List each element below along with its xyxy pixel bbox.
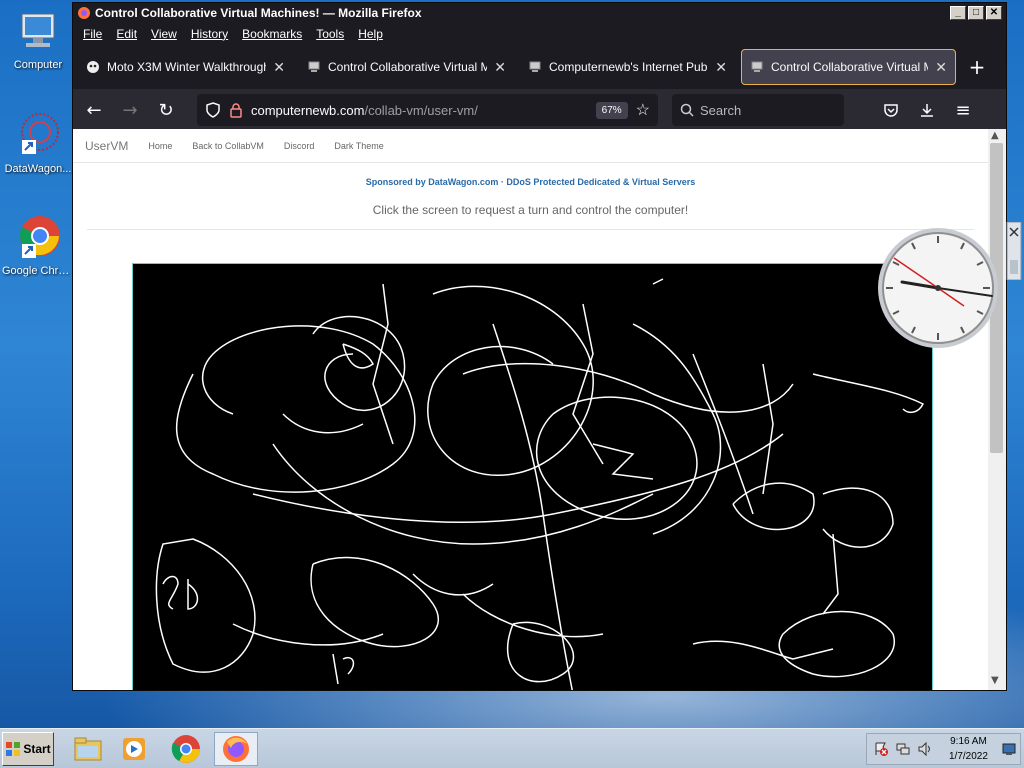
scroll-down-icon[interactable]: ▼ <box>991 675 999 686</box>
media-player-icon <box>123 738 145 760</box>
search-bar[interactable]: Search <box>672 94 844 126</box>
zoom-indicator[interactable]: 67% <box>595 101 628 119</box>
url-text[interactable]: computernewb.com/collab-vm/user-vm/ <box>251 103 588 118</box>
url-bar[interactable]: computernewb.com/collab-vm/user-vm/ 67% … <box>197 94 658 126</box>
chrome-icon <box>171 735 200 763</box>
lock-icon[interactable] <box>229 102 243 118</box>
desktop-icon-datawagon[interactable]: DataWagon... <box>2 112 74 175</box>
tab-bar: Moto X3M Winter Walkthrough,Mo ✕ Control… <box>73 45 1006 89</box>
computer-favicon-icon <box>751 61 763 72</box>
title-bar: Control Collaborative Virtual Machines! … <box>73 3 1006 23</box>
nav-back-to-collabvm[interactable]: Back to CollabVM <box>192 141 264 151</box>
menu-history[interactable]: History <box>191 27 228 41</box>
page-scrollbar[interactable]: ▲ ▼ <box>988 129 1006 690</box>
firefox-small-icon <box>78 7 90 19</box>
close-button[interactable]: ✕ <box>986 6 1002 20</box>
tray-clock[interactable]: 9:16 AM 1/7/2022 <box>949 734 988 764</box>
vm-drawing-scribbles <box>155 278 925 690</box>
tab-label: Control Collaborative Virtual Machi <box>771 60 928 74</box>
back-button[interactable]: ← <box>79 95 109 125</box>
site-brand[interactable]: UserVM <box>85 139 128 153</box>
nav-discord[interactable]: Discord <box>284 141 315 151</box>
scroll-up-icon[interactable]: ▲ <box>991 130 999 141</box>
desktop-icon-label: DataWagon... <box>4 163 72 175</box>
system-tray: 9:16 AM 1/7/2022 <box>866 733 1021 765</box>
tab-favicon-icon <box>87 61 99 73</box>
desktop-icon-label: Computer <box>13 59 63 71</box>
bookmark-star-icon[interactable]: ☆ <box>636 100 650 120</box>
app-menu-icon[interactable]: ≡ <box>948 95 978 125</box>
pocket-icon[interactable] <box>876 95 906 125</box>
tab-close-icon[interactable]: ✕ <box>935 59 947 76</box>
taskbar-explorer[interactable] <box>66 732 110 766</box>
network-icon[interactable] <box>895 741 911 757</box>
start-label: Start <box>23 742 51 756</box>
sponsor-link[interactable]: Sponsored by DataWagon.com · DDoS Protec… <box>73 177 988 187</box>
computer-favicon-icon <box>529 61 541 72</box>
tab-close-icon[interactable]: ✕ <box>715 59 727 76</box>
tab-collabvm-active[interactable]: Control Collaborative Virtual Machi ✕ <box>741 49 956 85</box>
gadget-handle[interactable] <box>1006 221 1022 281</box>
tab-label: Moto X3M Winter Walkthrough,Mo <box>107 60 266 74</box>
taskbar-media-player[interactable] <box>113 732 157 766</box>
clock-gadget[interactable] <box>876 226 1000 350</box>
search-icon <box>680 103 694 117</box>
tab-label: Computernewb's Internet Pub Hub <box>549 60 708 74</box>
menu-edit[interactable]: Edit <box>116 27 137 41</box>
shield-icon[interactable] <box>205 102 221 118</box>
nav-dark-theme[interactable]: Dark Theme <box>334 141 383 151</box>
menu-file[interactable]: File <box>83 27 102 41</box>
tray-date: 1/7/2022 <box>949 751 988 762</box>
volume-icon[interactable] <box>917 741 933 757</box>
reload-button[interactable]: ↻ <box>151 95 181 125</box>
nav-home[interactable]: Home <box>148 141 172 151</box>
menu-help[interactable]: Help <box>358 27 383 41</box>
menu-tools[interactable]: Tools <box>316 27 344 41</box>
tab-close-icon[interactable]: ✕ <box>273 59 285 76</box>
vm-screen[interactable] <box>132 263 933 690</box>
computer-favicon-icon <box>308 61 320 72</box>
site-navbar: UserVM Home Back to CollabVM Discord Dar… <box>73 129 988 163</box>
maximize-button[interactable]: □ <box>968 6 984 20</box>
nav-bar: ← → ↻ computernewb.com/collab-vm/user-vm… <box>73 89 1006 131</box>
desktop-icon-label: Google Chrome <box>2 265 74 277</box>
desktop-icon-computer[interactable]: Computer <box>2 8 74 71</box>
tab-moto-x3m[interactable]: Moto X3M Winter Walkthrough,Mo ✕ <box>78 49 293 85</box>
folder-icon <box>74 737 102 761</box>
windows-logo-icon <box>6 742 21 756</box>
search-placeholder: Search <box>700 102 742 118</box>
taskbar-chrome[interactable] <box>164 732 208 766</box>
taskbar-firefox[interactable] <box>214 732 258 766</box>
page-content: UserVM Home Back to CollabVM Discord Dar… <box>73 129 988 690</box>
desktop-icon-chrome[interactable]: Google Chrome <box>2 214 74 277</box>
menu-view[interactable]: View <box>151 27 177 41</box>
firefox-icon <box>223 736 249 762</box>
action-center-flag-icon[interactable] <box>873 741 889 757</box>
tab-label: Control Collaborative Virtual Machi <box>328 60 487 74</box>
tab-collabvm-1[interactable]: Control Collaborative Virtual Machi ✕ <box>299 49 514 85</box>
computer-icon <box>14 8 62 56</box>
taskbar: Start 9:16 AM 1/7/2022 <box>0 728 1024 768</box>
forward-button[interactable]: → <box>115 95 145 125</box>
menu-bookmarks[interactable]: Bookmarks <box>242 27 302 41</box>
new-tab-button[interactable]: + <box>962 55 992 79</box>
turn-instruction: Click the screen to request a turn and c… <box>87 203 974 230</box>
downloads-icon[interactable] <box>912 95 942 125</box>
tray-time: 9:16 AM <box>950 736 987 747</box>
show-desktop-icon[interactable] <box>1002 742 1016 756</box>
tab-close-icon[interactable]: ✕ <box>494 59 506 76</box>
chrome-icon <box>14 214 62 262</box>
window-title: Control Collaborative Virtual Machines! … <box>95 6 422 20</box>
menu-bar: File Edit View History Bookmarks Tools H… <box>73 23 1006 45</box>
minimize-button[interactable]: _ <box>950 6 966 20</box>
start-button[interactable]: Start <box>2 732 54 766</box>
datawagon-icon <box>14 112 62 160</box>
tab-pub-hub[interactable]: Computernewb's Internet Pub Hub ✕ <box>520 49 735 85</box>
